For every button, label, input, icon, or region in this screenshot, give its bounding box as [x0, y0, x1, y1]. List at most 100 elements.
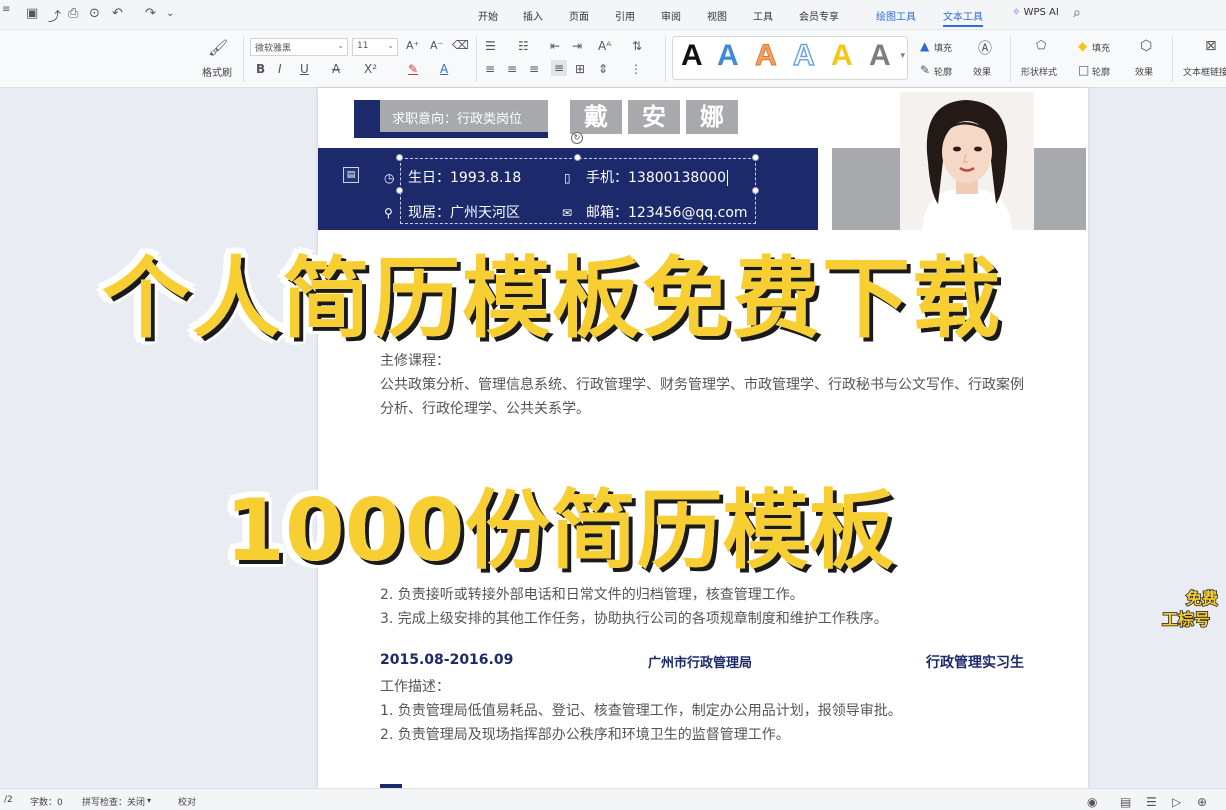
clear-format-icon[interactable]: ⌫: [452, 38, 469, 52]
chevron-down-icon[interactable]: ▾: [147, 796, 151, 805]
name-char-2[interactable]: 安: [628, 100, 680, 134]
tab-references[interactable]: 引用: [615, 8, 635, 23]
highlight-color-icon[interactable]: ✎: [408, 62, 418, 76]
numbered-list-icon[interactable]: ☷: [518, 39, 529, 53]
font-size-select[interactable]: 11 ⌄: [352, 38, 398, 56]
shape-fill-icon[interactable]: ◆: [1078, 39, 1087, 53]
gallery-more-icon[interactable]: ▾: [900, 51, 905, 61]
increase-indent-icon[interactable]: ⇥: [572, 39, 582, 53]
align-center-icon[interactable]: ≡: [507, 62, 517, 76]
web-view-icon[interactable]: ⊕: [1197, 795, 1207, 809]
profile-photo[interactable]: [900, 92, 1034, 230]
font-color-icon[interactable]: A: [440, 62, 448, 76]
text-effect-label[interactable]: 效果: [973, 65, 991, 78]
proofread-button[interactable]: 校对: [178, 795, 196, 808]
chevron-down-icon[interactable]: ⌄: [166, 8, 174, 19]
resize-handle[interactable]: [752, 154, 759, 161]
bold-icon[interactable]: B: [256, 62, 265, 76]
address-info[interactable]: ⚲ 现居：广州天河区: [384, 202, 520, 222]
tab-tools[interactable]: 工具: [753, 8, 773, 23]
app-menu-icon[interactable]: ≡: [2, 4, 10, 15]
spell-check-status[interactable]: 拼写检查：关闭: [82, 795, 145, 808]
format-painter-icon[interactable]: 🖌︎: [208, 38, 228, 57]
job2-desc-label[interactable]: 工作描述：: [380, 676, 450, 696]
name-char-1[interactable]: 戴: [570, 100, 622, 134]
print-preview-icon[interactable]: ⊙: [89, 6, 100, 21]
resize-handle[interactable]: [574, 154, 581, 161]
tab-text-tools[interactable]: 文本工具: [943, 8, 983, 27]
grow-font-icon[interactable]: A⁺: [406, 39, 419, 52]
strikethrough-icon[interactable]: A: [332, 62, 340, 76]
text-box-link-icon[interactable]: ⊠: [1205, 38, 1217, 54]
superscript-icon[interactable]: X²: [364, 62, 377, 76]
job1-duty-3[interactable]: 3. 完成上级安排的其他工作任务，协助执行公司的各项规章制度和维护工作秩序。: [380, 608, 888, 628]
text-fill-label[interactable]: 填充: [934, 41, 952, 54]
style-grey[interactable]: A: [869, 39, 891, 73]
shape-effect-icon[interactable]: ⬡: [1140, 38, 1152, 54]
export-icon[interactable]: ⤴: [48, 6, 61, 25]
format-painter-label[interactable]: 格式刷: [202, 64, 232, 79]
bullet-list-icon[interactable]: ☰: [485, 39, 496, 53]
job2-period[interactable]: 2015.08-2016.09: [380, 652, 513, 668]
tab-drawing-tools[interactable]: 绘图工具: [876, 8, 916, 23]
wps-ai-button[interactable]: ✧ WPS AI: [1012, 7, 1059, 18]
job1-duty-2[interactable]: 2. 负责接听或转接外部电话和日常文件的归档管理，核查管理工作。: [380, 584, 804, 604]
justify-icon[interactable]: ≡: [551, 60, 568, 76]
shape-outline-label[interactable]: 轮廓: [1092, 65, 1110, 78]
search-icon[interactable]: ⌕: [1073, 5, 1081, 21]
page-indicator[interactable]: /2: [4, 795, 13, 805]
tab-insert[interactable]: 插入: [523, 8, 543, 23]
tab-view[interactable]: 视图: [707, 8, 727, 23]
style-blue-outline[interactable]: A: [792, 38, 815, 73]
italic-icon[interactable]: I: [278, 62, 282, 76]
job2-company[interactable]: 广州市行政管理局: [648, 652, 752, 671]
shrink-font-icon[interactable]: A⁻: [430, 39, 443, 52]
distribute-icon[interactable]: ⊞: [575, 62, 585, 76]
decrease-indent-icon[interactable]: ⇤: [550, 39, 560, 53]
font-name-select[interactable]: 微软雅黑 ⌄: [250, 38, 348, 56]
tab-review[interactable]: 审阅: [661, 8, 681, 23]
sort-icon[interactable]: ⇅: [632, 39, 642, 53]
style-yellow[interactable]: A: [831, 39, 853, 73]
underline-icon[interactable]: U: [300, 62, 309, 76]
name-char-3[interactable]: 娜: [686, 100, 738, 134]
text-style-gallery[interactable]: A A A A A A ▾: [672, 36, 908, 80]
print-icon[interactable]: ⎙: [68, 6, 78, 21]
resize-handle[interactable]: [396, 187, 403, 194]
text-box-link-label[interactable]: 文本框链接: [1183, 65, 1226, 78]
phone-info[interactable]: ▯ 手机：13800138000: [564, 167, 728, 187]
style-blue[interactable]: A: [717, 39, 739, 73]
job2-duty-2[interactable]: 2. 负责管理局及现场指挥部办公秩序和环境卫生的监督管理工作。: [380, 724, 790, 744]
tab-page[interactable]: 页面: [569, 8, 589, 23]
undo-icon[interactable]: ↶: [112, 6, 123, 21]
line-spacing-icon[interactable]: ⇕: [598, 62, 608, 76]
layout-options-icon[interactable]: ▤: [343, 167, 359, 183]
redo-icon[interactable]: ↷: [145, 6, 156, 21]
word-count[interactable]: 字数：0: [30, 795, 63, 808]
resize-handle[interactable]: [752, 187, 759, 194]
text-outline-label[interactable]: 轮廓: [934, 65, 952, 78]
play-icon[interactable]: ▷: [1172, 795, 1181, 809]
birth-info[interactable]: ◷ 生日：1993.8.18: [384, 167, 521, 187]
fill-icon[interactable]: ▲: [920, 39, 929, 53]
save-icon[interactable]: ▣: [26, 6, 38, 21]
email-info[interactable]: ✉ 邮箱：123456@qq.com: [562, 202, 748, 222]
outline-view-icon[interactable]: ☰: [1146, 795, 1157, 809]
outline-icon[interactable]: ✎: [920, 63, 930, 77]
style-black[interactable]: A: [681, 39, 703, 73]
tab-home[interactable]: 开始: [478, 8, 498, 23]
text-effect-icon[interactable]: Ⓐ: [978, 38, 992, 58]
courses-line-1[interactable]: 公共政策分析、管理信息系统、行政管理学、财务管理学、市政管理学、行政秘书与公文写…: [380, 374, 1024, 394]
style-orange-outline[interactable]: A: [755, 39, 778, 73]
resize-handle[interactable]: [396, 154, 403, 161]
paragraph-spacing-icon[interactable]: ⋮: [630, 62, 642, 76]
shape-fill-label[interactable]: 填充: [1092, 41, 1110, 54]
align-left-icon[interactable]: ≡: [485, 62, 495, 76]
shape-effect-label[interactable]: 效果: [1135, 65, 1153, 78]
shape-style-icon[interactable]: ⬠: [1036, 38, 1046, 52]
rotate-handle-icon[interactable]: ↻: [571, 132, 583, 144]
align-right-icon[interactable]: ≡: [529, 62, 539, 76]
eye-protect-icon[interactable]: ◉: [1087, 795, 1097, 809]
shape-style-label[interactable]: 形状样式: [1021, 65, 1057, 78]
courses-line-2[interactable]: 分析、行政伦理学、公共关系学。: [380, 398, 590, 418]
